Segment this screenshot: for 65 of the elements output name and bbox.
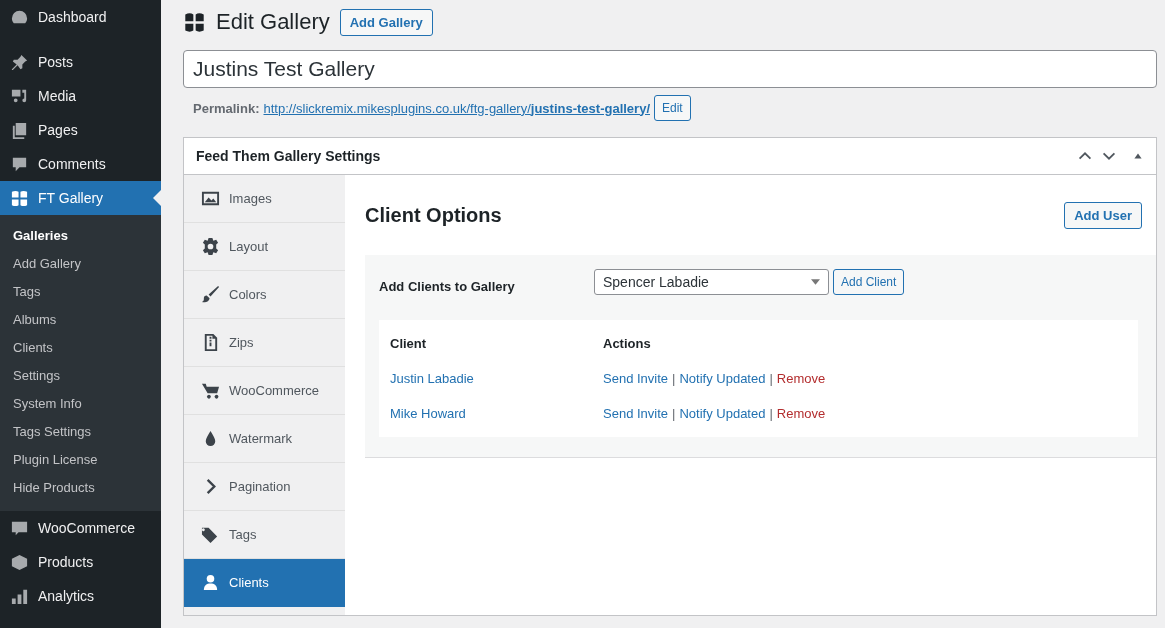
pages-icon xyxy=(10,120,29,140)
submenu-item[interactable]: Albums xyxy=(0,306,161,334)
action-link[interactable]: Notify Updated xyxy=(679,406,766,421)
action-link[interactable]: Remove xyxy=(776,406,826,421)
separator: | xyxy=(769,371,773,386)
brush-icon xyxy=(201,285,220,304)
box-icon xyxy=(10,552,29,572)
dropdown-arrow-icon xyxy=(811,279,820,285)
settings-tab[interactable]: Watermark xyxy=(184,415,345,463)
submenu-item[interactable]: System Info xyxy=(0,390,161,418)
add-clients-label: Add Clients to Gallery xyxy=(379,277,516,294)
submenu-item[interactable]: Tags Settings xyxy=(0,418,161,446)
menu-item[interactable]: Products xyxy=(0,545,161,579)
settings-tab[interactable]: Layout xyxy=(184,223,345,271)
pin-icon xyxy=(10,52,29,72)
submenu-item[interactable]: Clients xyxy=(0,334,161,362)
action-link[interactable]: Send Invite xyxy=(603,406,669,421)
action-link[interactable]: Remove xyxy=(776,371,826,386)
settings-tab[interactable]: Colors xyxy=(184,271,345,319)
menu-item[interactable]: WooCommerce xyxy=(0,511,161,545)
title-field[interactable]: Justins Test Gallery xyxy=(183,50,1157,88)
menu-item[interactable]: Comments xyxy=(0,147,161,181)
settings-tab[interactable]: WooCommerce xyxy=(184,367,345,415)
tags-icon xyxy=(201,525,220,544)
submenu-item[interactable]: Galleries xyxy=(0,222,161,250)
settings-tab[interactable]: Pagination xyxy=(184,463,345,511)
submenu-item[interactable]: Hide Products xyxy=(0,474,161,502)
page-title: Edit Gallery xyxy=(216,9,330,35)
column-header: Client xyxy=(390,336,428,351)
user-icon xyxy=(201,573,220,592)
permalink-label: Permalink: xyxy=(193,100,260,116)
submenu-item[interactable]: Add Gallery xyxy=(0,250,161,278)
add-user-button[interactable]: Add User xyxy=(1064,201,1142,229)
box-title: Feed Them Gallery Settings xyxy=(196,148,382,164)
permalink-link[interactable]: http://slickremix.mikesplugins.co.uk/ftg-gallery/justins-test-gallery/ xyxy=(263,100,650,116)
cart-icon xyxy=(201,381,220,400)
submenu-item[interactable]: Settings xyxy=(0,362,161,390)
panel-title: Client Options xyxy=(365,203,502,227)
action-link[interactable]: Notify Updated xyxy=(679,371,766,386)
submenu-item[interactable]: Tags xyxy=(0,278,161,306)
separator: | xyxy=(672,371,676,386)
column-header: Actions xyxy=(603,336,652,351)
settings-icon xyxy=(201,237,220,256)
edit-permalink-button[interactable]: Edit xyxy=(654,95,691,121)
menu-item[interactable]: Posts xyxy=(0,45,161,79)
menu-item[interactable]: Media xyxy=(0,79,161,113)
client-link[interactable]: Mike Howard xyxy=(390,406,603,421)
menu-item[interactable]: Analytics xyxy=(0,579,161,613)
client-select[interactable]: Spencer Labadie xyxy=(594,269,829,295)
client-link[interactable]: Justin Labadie xyxy=(390,371,603,386)
separator: | xyxy=(769,406,773,421)
settings-tab[interactable]: Clients xyxy=(184,559,345,607)
clover-icon xyxy=(10,188,29,208)
settings-tab[interactable]: Images xyxy=(184,175,345,223)
add-gallery-button[interactable]: Add Gallery xyxy=(339,8,433,36)
submenu-item[interactable]: Plugin License xyxy=(0,446,161,474)
menu-item[interactable]: Dashboard xyxy=(0,0,161,34)
image-icon xyxy=(201,189,220,208)
menu-item[interactable]: Pages xyxy=(0,113,161,147)
action-link[interactable]: Send Invite xyxy=(603,371,669,386)
clover-icon xyxy=(183,10,206,34)
separator: | xyxy=(672,406,676,421)
menu-item[interactable]: FT Gallery xyxy=(0,181,161,215)
settings-tab[interactable]: Zips xyxy=(184,319,345,367)
add-client-button[interactable]: Add Client xyxy=(833,269,905,295)
